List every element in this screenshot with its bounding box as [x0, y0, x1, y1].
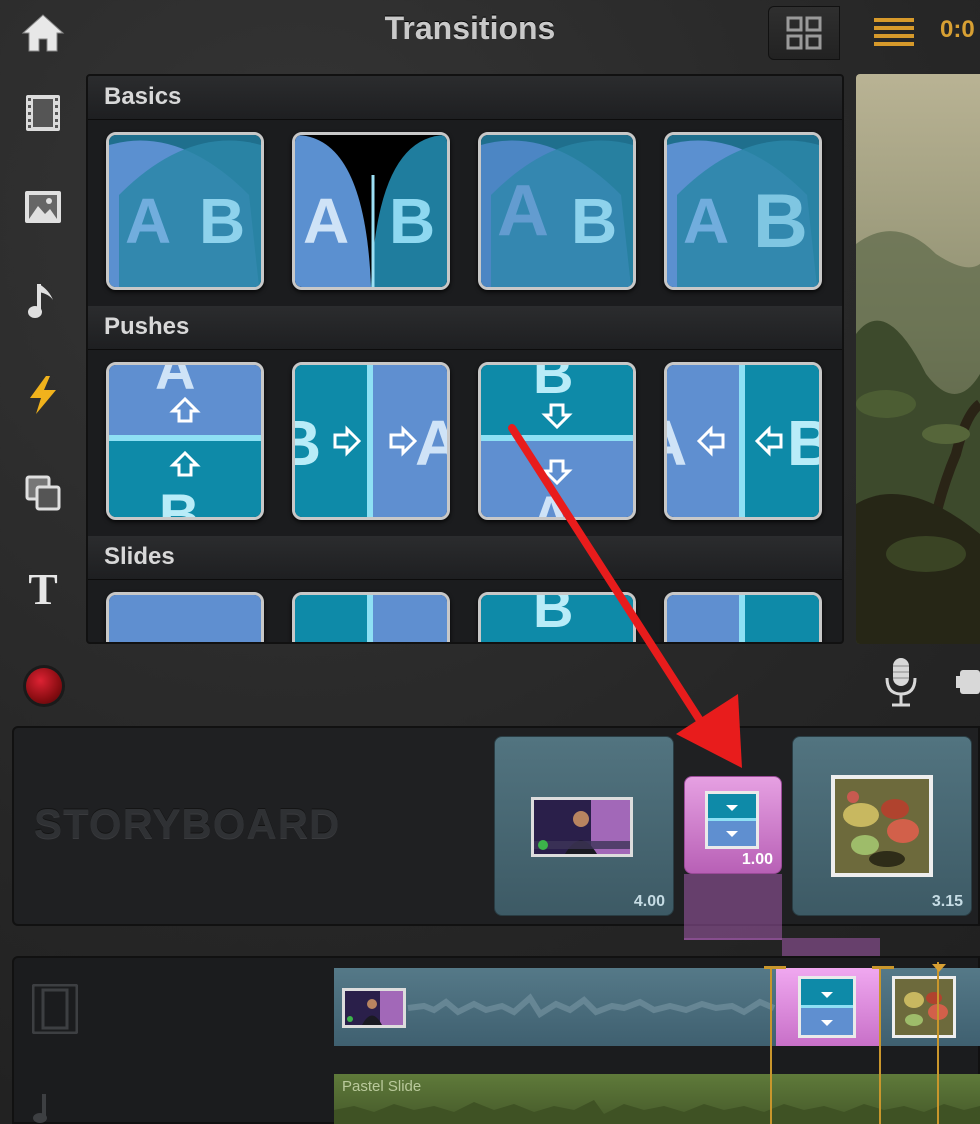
video-clip-thumbnail: [342, 988, 406, 1028]
trim-handle-left[interactable]: [770, 968, 772, 1124]
playhead[interactable]: [937, 962, 939, 1124]
audio-clip-label: Pastel Slide: [342, 1078, 422, 1095]
trim-handle-caps: [764, 964, 946, 972]
trim-handle-right[interactable]: [879, 968, 881, 1124]
video-track-icon: [31, 983, 79, 1039]
audio-waveform: [334, 1100, 980, 1124]
audio-waveform: [407, 993, 776, 1019]
video-track[interactable]: [334, 968, 980, 1046]
timeline-transition[interactable]: [776, 968, 880, 1046]
transition-thumbnail: [798, 976, 856, 1038]
video-clip-thumbnail: [892, 976, 956, 1038]
audio-track[interactable]: [334, 1074, 980, 1124]
audio-track-icon: [32, 1092, 62, 1124]
